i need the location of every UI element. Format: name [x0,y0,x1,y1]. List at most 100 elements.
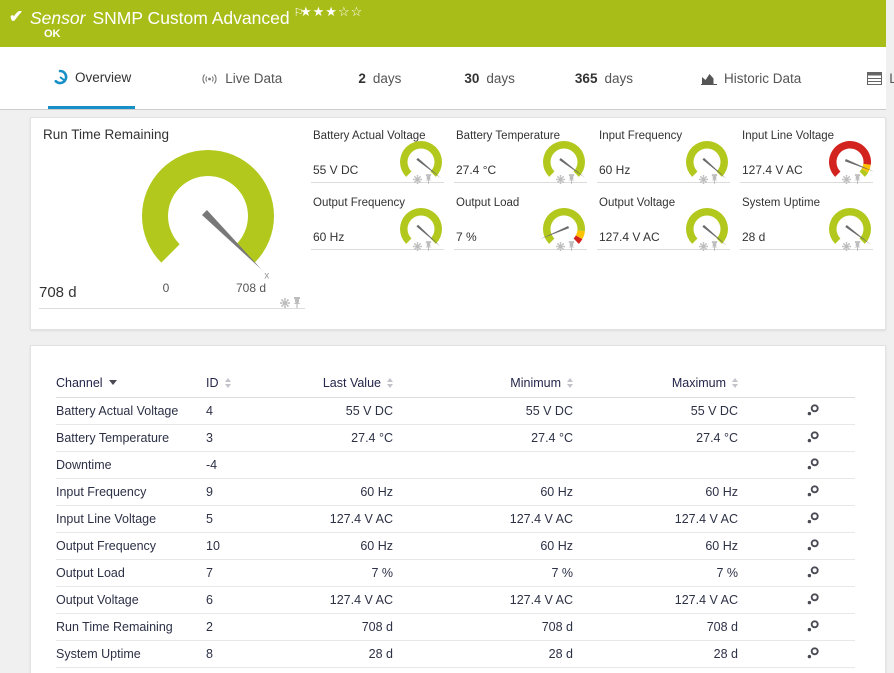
column-header-maximum[interactable]: Maximum [573,376,738,390]
cell-minimum: 27.4 °C [531,431,573,445]
gauge-settings-gear-icon[interactable] [280,295,290,313]
status-ok-check-icon: ✔ [9,7,24,26]
cell-minimum: 127.4 V AC [509,512,573,526]
gauge-pin-icon[interactable] [854,171,861,189]
table-row[interactable]: Run Time Remaining 2 708 d 708 d 708 d [56,614,855,641]
cell-id: 6 [206,593,213,607]
cell-minimum: 55 V DC [525,404,573,418]
gauge-icon [52,69,68,85]
column-header-minimum[interactable]: Minimum [393,376,573,390]
cell-last-value: 55 V DC [345,404,393,418]
table-row[interactable]: Battery Actual Voltage 4 55 V DC 55 V DC… [56,398,855,425]
channel-settings-icon[interactable] [806,592,820,609]
table-row[interactable]: Downtime -4 [56,452,855,479]
gauge-pin-icon[interactable] [711,238,718,256]
star-filled-icon[interactable]: ★★★ [300,4,338,19]
gauge-settings-gear-icon[interactable] [842,238,851,256]
star-empty-icon[interactable]: ☆☆ [338,4,363,19]
cell-minimum: 127.4 V AC [509,593,573,607]
cell-id: 7 [206,566,213,580]
gauge-settings-gear-icon[interactable] [842,171,851,189]
channel-settings-icon[interactable] [806,484,820,501]
gauge-pin-icon[interactable] [425,171,432,189]
gauge-pin-icon[interactable] [568,238,575,256]
cell-last-value: 127.4 V AC [329,512,393,526]
gauge-value: 28 d [742,230,766,244]
channel-settings-icon[interactable] [806,403,820,420]
tab-overview[interactable]: Overview [48,48,136,109]
gauge-value: 55 V DC [313,163,359,177]
run-time-remaining-gauge: x [31,136,311,291]
tab-live-data-label: Live Data [225,71,283,86]
tab-historic-data[interactable]: Historic Data [697,48,805,109]
gauge-settings-gear-icon[interactable] [413,171,422,189]
cell-last-value: 60 Hz [360,485,393,499]
gauge-settings-gear-icon[interactable] [699,171,708,189]
gauge-pin-icon[interactable] [854,238,861,256]
priority-stars[interactable]: ★★★☆☆ [300,4,363,20]
gauge-label: System Uptime [742,197,820,209]
table-row[interactable]: Output Frequency 10 60 Hz 60 Hz 60 Hz [56,533,855,560]
cell-maximum: 60 Hz [705,539,738,553]
table-row[interactable]: Output Load 7 7 % 7 % 7 % [56,560,855,587]
tab-30-days[interactable]: 30 days [460,48,519,109]
prtg-sensor-page: ✔ Sensor SNMP Custom Advanced ⚐ ★★★☆☆ OK O… [0,0,894,673]
channel-settings-icon[interactable] [806,565,820,582]
cell-maximum: 55 V DC [690,404,738,418]
gauge-tile-input-frequency: Input Frequency 60 Hz [597,126,737,186]
channel-table: Channel ID Last Value Minimum Maximum Ba… [56,368,855,668]
gauge-settings-gear-icon[interactable] [699,238,708,256]
cell-minimum: 7 % [551,566,573,580]
table-row[interactable]: Input Line Voltage 5 127.4 V AC 127.4 V … [56,506,855,533]
cell-channel: Output Frequency [56,539,157,553]
gauge-tile-output-load: Output Load 7 % [454,193,594,253]
gauge-tile-battery-temperature: Battery Temperature 27.4 °C [454,126,594,186]
channel-table-panel: Channel ID Last Value Minimum Maximum Ba… [30,345,886,673]
cell-minimum: 28 d [548,647,573,661]
tab-365-days[interactable]: 365 days [571,48,637,109]
gauge-pin-icon[interactable] [711,171,718,189]
gauge-pin-icon[interactable] [293,295,301,313]
tab-2-days[interactable]: 2 days [354,48,405,109]
table-body: Battery Actual Voltage 4 55 V DC 55 V DC… [56,398,855,668]
gauge-label: Output Load [456,197,520,209]
tab-live-data[interactable]: Live Data [197,48,286,109]
tab-bar: Overview Live Data 2 days 30 days 365 days … [0,47,894,110]
gauge-pin-icon[interactable] [568,171,575,189]
cell-maximum: 60 Hz [705,485,738,499]
gauge-pin-icon[interactable] [425,238,432,256]
tab-historic-data-label: Historic Data [723,71,802,86]
gauge-value: 127.4 V AC [742,163,803,177]
table-row[interactable]: Battery Temperature 3 27.4 °C 27.4 °C 27… [56,425,855,452]
channel-settings-icon[interactable] [806,430,820,447]
gauge-settings-gear-icon[interactable] [556,238,565,256]
gauge-settings-gear-icon[interactable] [413,238,422,256]
sensor-title-prefix: Sensor [30,8,86,28]
cell-id: 8 [206,647,213,661]
channel-settings-icon[interactable] [806,646,820,663]
chart-icon [700,72,717,86]
column-header-channel[interactable]: Channel [56,376,206,390]
table-row[interactable]: System Uptime 8 28 d 28 d 28 d [56,641,855,668]
gauge-value: 708 d [39,284,77,301]
cell-channel: Output Load [56,566,125,580]
gauge-tile-battery-actual-voltage: Battery Actual Voltage 55 V DC [311,126,451,186]
channel-settings-icon[interactable] [806,538,820,555]
cell-maximum: 708 d [706,620,738,634]
cell-channel: Battery Temperature [56,431,170,445]
table-row[interactable]: Output Voltage 6 127.4 V AC 127.4 V AC 1… [56,587,855,614]
gauge-settings-gear-icon[interactable] [556,171,565,189]
tab-log[interactable]: Log [863,48,894,109]
channel-settings-icon[interactable] [806,457,820,474]
channel-settings-icon[interactable] [806,619,820,636]
cell-maximum: 27.4 °C [696,431,738,445]
tab-log-label: Log [889,71,894,86]
cell-maximum: 127.4 V AC [674,512,738,526]
table-row[interactable]: Input Frequency 9 60 Hz 60 Hz 60 Hz [56,479,855,506]
column-header-id[interactable]: ID [206,376,276,390]
gauge-tile-input-line-voltage: Input Line Voltage 127.4 V AC [740,126,880,186]
table-header-row: Channel ID Last Value Minimum Maximum [56,368,855,398]
channel-settings-icon[interactable] [806,511,820,528]
broadcast-icon [201,72,218,86]
column-header-last-value[interactable]: Last Value [276,376,393,390]
